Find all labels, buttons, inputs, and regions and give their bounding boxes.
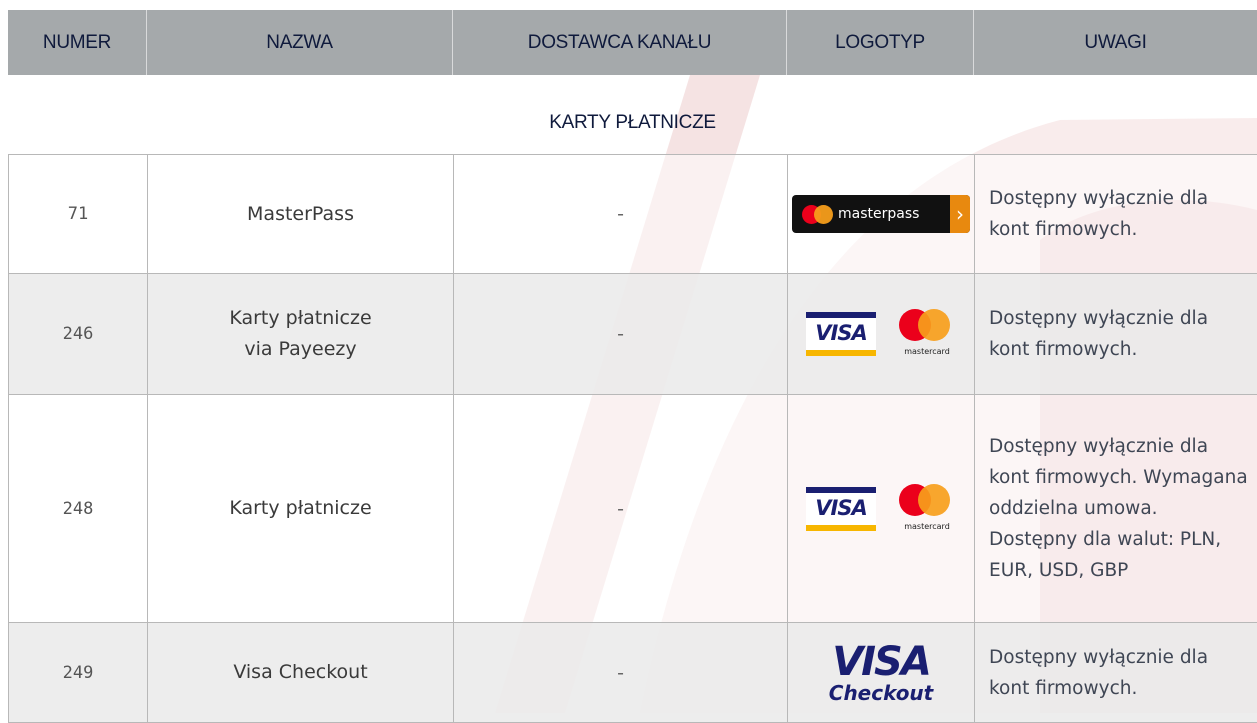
row-number: 246 — [9, 274, 148, 395]
row-provider: - — [454, 623, 788, 723]
table-row: 71 MasterPass - masterpass › Dostępny wy… — [9, 155, 1257, 274]
visa-logo: VISA — [806, 487, 876, 531]
visa-logo: VISA — [806, 312, 876, 356]
row-number: 71 — [9, 155, 148, 274]
row-number: 249 — [9, 623, 148, 723]
payment-methods-table: 71 MasterPass - masterpass › Dostępny wy… — [8, 154, 1257, 723]
row-provider: - — [454, 155, 788, 274]
table-row: 249 Visa Checkout - VISA Checkout Dostęp… — [9, 623, 1257, 723]
row-note: Dostępny wyłącznie dla kont firmowych. W… — [975, 395, 1257, 623]
mastercard-logo: mastercard — [898, 482, 956, 536]
row-note: Dostępny wyłącznie dla kont firmowych. — [975, 623, 1257, 723]
row-logo: VISA mastercard — [788, 274, 975, 395]
row-provider: - — [454, 395, 788, 623]
visa-mastercard-logo: VISA mastercard — [806, 482, 956, 536]
row-note: Dostępny wyłącznie dla kont firmowych. — [975, 274, 1257, 395]
header-logo: LOGOTYP — [787, 10, 974, 75]
row-name: Karty płatnicze — [148, 395, 454, 623]
chevron-right-icon: › — [950, 195, 970, 233]
header-name: NAZWA — [147, 10, 453, 75]
row-logo: VISA Checkout — [788, 623, 975, 723]
table-header: NUMER NAZWA DOSTAWCA KANAŁU LOGOTYP UWAG… — [8, 10, 1257, 75]
header-number: NUMER — [8, 10, 147, 75]
masterpass-logo: masterpass › — [792, 195, 970, 233]
header-notes: UWAGI — [974, 10, 1257, 75]
visa-mastercard-logo: VISA mastercard — [806, 307, 956, 361]
masterpass-wordmark: masterpass — [832, 206, 950, 222]
table-row: 246 Karty płatnicze via Payeezy - VISA m… — [9, 274, 1257, 395]
mastercard-circles-icon — [792, 195, 832, 233]
visa-checkout-logo: VISA Checkout — [829, 642, 933, 704]
row-provider: - — [454, 274, 788, 395]
mastercard-logo: mastercard — [898, 307, 956, 361]
header-provider: DOSTAWCA KANAŁU — [453, 10, 787, 75]
row-note: Dostępny wyłącznie dla kont firmowych. — [975, 155, 1257, 274]
row-logo: VISA mastercard — [788, 395, 975, 623]
row-name: Visa Checkout — [148, 623, 454, 723]
row-name: MasterPass — [148, 155, 454, 274]
row-name: Karty płatnicze via Payeezy — [148, 274, 454, 395]
row-logo: masterpass › — [788, 155, 975, 274]
section-title: KARTY PŁATNICZE — [8, 112, 1257, 134]
table-row: 248 Karty płatnicze - VISA mastercard Do… — [9, 395, 1257, 623]
row-number: 248 — [9, 395, 148, 623]
